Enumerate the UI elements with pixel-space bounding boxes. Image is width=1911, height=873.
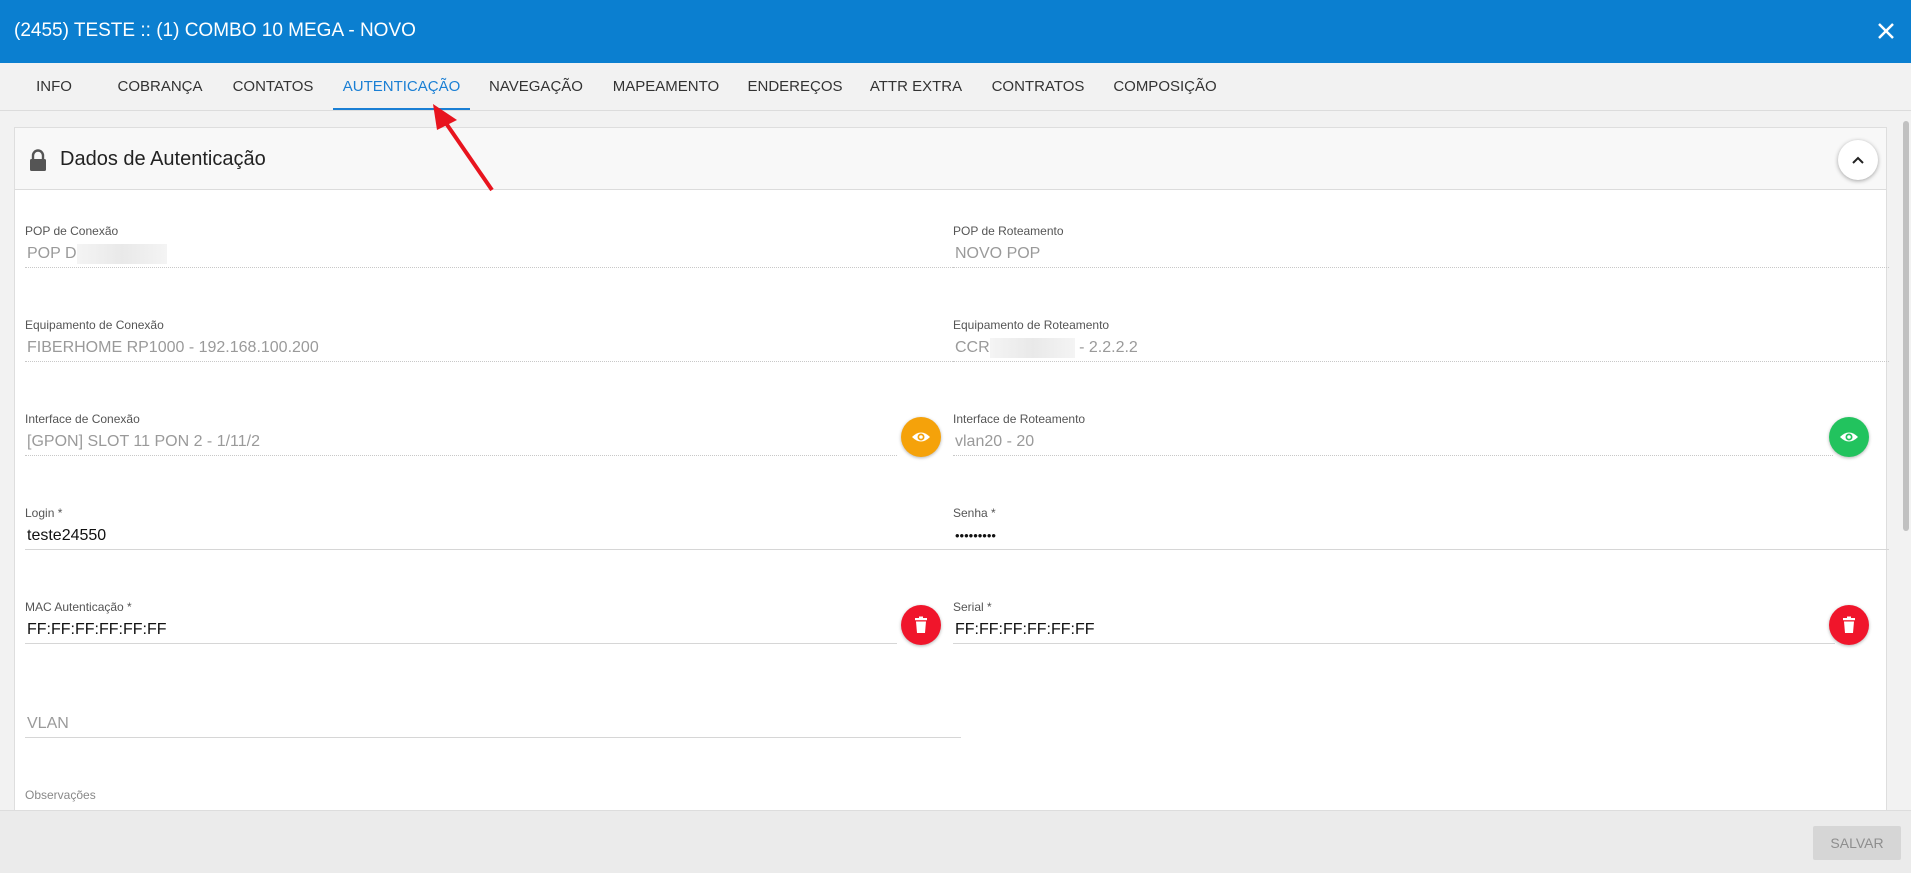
equip-roteamento-value: CCR - 2.2.2.2 [953, 334, 1889, 362]
redacted-area [989, 337, 1075, 358]
senha-input[interactable]: ••••••••• [953, 522, 1889, 550]
vlan-input[interactable]: VLAN [25, 710, 961, 738]
close-icon[interactable] [1871, 16, 1901, 46]
tab-bar: INFO COBRANÇA CONTATOS AUTENTICAÇÃO NAVE… [0, 63, 1911, 111]
pop-conexao-field: POP de Conexão POP D [25, 224, 953, 268]
trash-icon[interactable] [1829, 605, 1869, 645]
equip-conexao-value: FIBERHOME RP1000 - 192.168.100.200 [25, 334, 953, 362]
card-header: Dados de Autenticação [15, 128, 1886, 190]
equip-conexao-label: Equipamento de Conexão [25, 318, 164, 332]
content-area: Dados de Autenticação POP de Conexão POP… [0, 111, 1911, 810]
observacoes-label: Observações [25, 788, 96, 802]
pop-roteamento-label: POP de Roteamento [953, 224, 1064, 238]
observacoes-field[interactable]: Observações [25, 788, 961, 804]
tab-mapeamento[interactable]: MAPEAMENTO [606, 63, 726, 110]
iface-conexao-field: Interface de Conexão [GPON] SLOT 11 PON … [25, 412, 897, 456]
iface-conexao-label: Interface de Conexão [25, 412, 140, 426]
lock-icon [28, 149, 48, 171]
tab-attr-extra[interactable]: ATTR EXTRA [862, 63, 970, 110]
senha-field[interactable]: Senha * ••••••••• [953, 506, 1889, 550]
tab-contatos[interactable]: CONTATOS [226, 63, 320, 110]
tab-contratos[interactable]: CONTRATOS [986, 63, 1090, 110]
scroll-thumb[interactable] [1903, 121, 1909, 531]
tab-navegacao[interactable]: NAVEGAÇÃO [485, 63, 587, 110]
tab-autenticacao[interactable]: AUTENTICAÇÃO [333, 63, 470, 110]
mac-field[interactable]: MAC Autenticação * FF:FF:FF:FF:FF:FF [25, 600, 897, 644]
login-label: Login * [25, 506, 63, 520]
serial-field[interactable]: Serial * FF:FF:FF:FF:FF:FF [953, 600, 1835, 644]
window-title: (2455) TESTE :: (1) COMBO 10 MEGA - NOVO [14, 20, 416, 41]
tab-cobranca[interactable]: COBRANÇA [110, 63, 210, 110]
save-button[interactable]: SALVAR [1813, 826, 1901, 860]
serial-label: Serial * [953, 600, 992, 614]
eye-icon[interactable] [901, 417, 941, 457]
section-title: Dados de Autenticação [60, 148, 266, 170]
login-field[interactable]: Login * teste24550 [25, 506, 961, 550]
redacted-area [76, 243, 167, 264]
scrollbar[interactable] [1901, 111, 1911, 810]
pop-roteamento-field: POP de Roteamento NOVO POP [953, 224, 1889, 268]
footer-bar: SALVAR [0, 810, 1911, 873]
trash-icon[interactable] [901, 605, 941, 645]
iface-roteamento-field: Interface de Roteamento vlan20 - 20 [953, 412, 1833, 456]
senha-label: Senha * [953, 506, 996, 520]
iface-roteamento-value: vlan20 - 20 [953, 428, 1833, 456]
window-titlebar: (2455) TESTE :: (1) COMBO 10 MEGA - NOVO [0, 0, 1911, 63]
mac-label: MAC Autenticação * [25, 600, 132, 614]
equip-roteamento-label: Equipamento de Roteamento [953, 318, 1110, 332]
login-input[interactable]: teste24550 [25, 522, 961, 550]
pop-conexao-value: POP D [25, 240, 953, 268]
tab-info[interactable]: INFO [14, 63, 94, 110]
auth-card: Dados de Autenticação POP de Conexão POP… [14, 127, 1889, 810]
pop-conexao-label: POP de Conexão [25, 224, 119, 238]
pop-roteamento-value: NOVO POP [953, 240, 1889, 268]
iface-roteamento-label: Interface de Roteamento [953, 412, 1086, 426]
equip-roteamento-field: Equipamento de Roteamento CCR - 2.2.2.2 [953, 318, 1889, 362]
chevron-up-icon[interactable] [1838, 140, 1878, 180]
tab-enderecos[interactable]: ENDEREÇOS [742, 63, 848, 110]
equip-conexao-field: Equipamento de Conexão FIBERHOME RP1000 … [25, 318, 953, 362]
iface-conexao-value: [GPON] SLOT 11 PON 2 - 1/11/2 [25, 428, 897, 456]
tab-composicao[interactable]: COMPOSIÇÃO [1106, 63, 1224, 110]
mac-input[interactable]: FF:FF:FF:FF:FF:FF [25, 616, 897, 644]
vlan-field[interactable]: VLAN [25, 694, 961, 738]
serial-input[interactable]: FF:FF:FF:FF:FF:FF [953, 616, 1835, 644]
eye-icon[interactable] [1829, 417, 1869, 457]
